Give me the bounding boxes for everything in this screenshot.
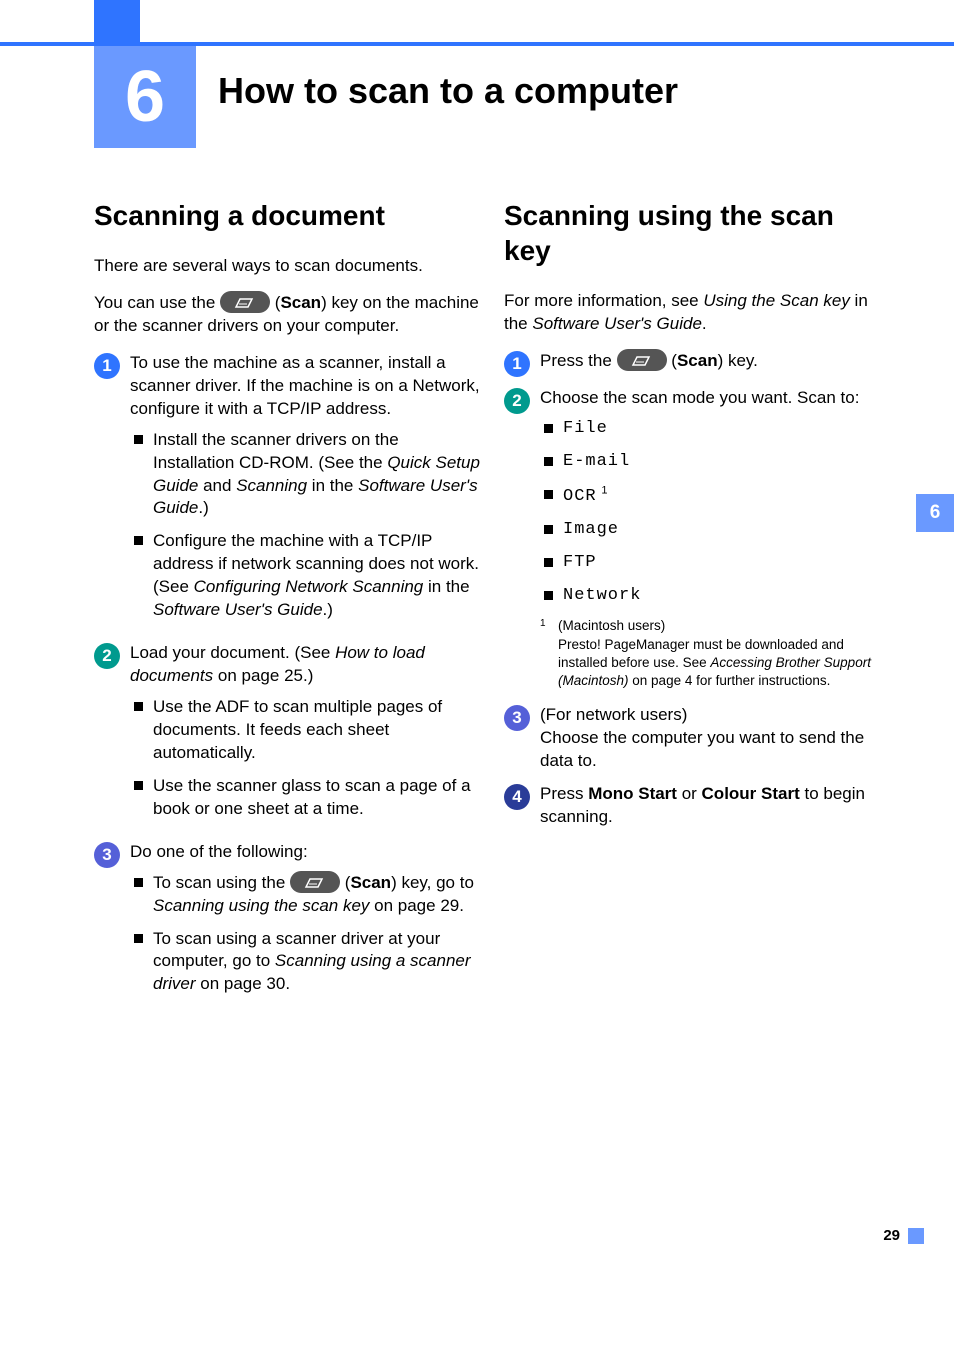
bullet-text: Use the ADF to scan multiple pages of do…	[153, 696, 484, 765]
right-step-3: 3 (For network users) Choose the compute…	[504, 704, 884, 773]
footnote: 1 (Macintosh users) Presto! PageManager …	[540, 617, 884, 690]
scan-key-icon	[290, 871, 340, 893]
bullet-item: Use the ADF to scan multiple pages of do…	[130, 696, 484, 765]
scan-key-icon	[617, 349, 667, 371]
page-header	[0, 0, 954, 46]
left-column: Scanning a document There are several wa…	[94, 198, 484, 1016]
step-body: Press the (Scan) key.	[540, 350, 884, 377]
step-body: To use the machine as a scanner, install…	[130, 352, 484, 632]
header-accent-block	[94, 0, 140, 46]
square-bullet-icon	[134, 435, 143, 444]
footnote-number: 1	[540, 617, 558, 690]
scan-key-icon	[220, 291, 270, 313]
right-step-2: 2 Choose the scan mode you want. Scan to…	[504, 387, 884, 690]
right-step-1: 1 Press the (Scan) key.	[504, 350, 884, 377]
step-number-icon: 2	[504, 388, 530, 414]
right-column: Scanning using the scan key For more inf…	[504, 198, 884, 839]
step-number-icon: 2	[94, 643, 120, 669]
square-bullet-icon	[544, 490, 553, 499]
step-number-icon: 3	[94, 842, 120, 868]
step-number-icon: 3	[504, 705, 530, 731]
page-number-accent	[908, 1228, 924, 1244]
step-text: Do one of the following:	[130, 842, 308, 861]
scan-option-ocr: OCR 1	[540, 484, 884, 509]
step-body: (For network users) Choose the computer …	[540, 704, 884, 773]
step-number-icon: 1	[504, 351, 530, 377]
section-heading-scanning-document: Scanning a document	[94, 198, 484, 233]
bullet-item: Install the scanner drivers on the Insta…	[130, 429, 484, 521]
square-bullet-icon	[134, 878, 143, 887]
scan-option-email: E-mail	[540, 451, 884, 474]
scan-option-network: Network	[540, 585, 884, 608]
step-number-icon: 1	[94, 353, 120, 379]
bullet-text: Install the scanner drivers on the Insta…	[153, 429, 484, 521]
chapter-number-box: 6	[94, 46, 196, 148]
square-bullet-icon	[134, 702, 143, 711]
footnote-text: (Macintosh users) Presto! PageManager mu…	[558, 617, 884, 690]
scan-label: Scan	[677, 351, 718, 370]
side-chapter-tab: 6	[916, 494, 954, 532]
bullet-text: Use the scanner glass to scan a page of …	[153, 775, 484, 821]
bullet-item: To scan using a scanner driver at your c…	[130, 928, 484, 997]
bullet-text: Configure the machine with a TCP/IP addr…	[153, 530, 484, 622]
step-number-icon: 4	[504, 784, 530, 810]
step-body: Press Mono Start or Colour Start to begi…	[540, 783, 884, 829]
scan-label: Scan	[350, 873, 391, 892]
intro-para-1: There are several ways to scan documents…	[94, 255, 484, 278]
square-bullet-icon	[544, 424, 553, 433]
bullet-item: Use the scanner glass to scan a page of …	[130, 775, 484, 821]
intro-para-right: For more information, see Using the Scan…	[504, 290, 884, 336]
square-bullet-icon	[134, 781, 143, 790]
footnote-ref: 1	[601, 484, 607, 496]
intro-para-2: You can use the (Scan) key on the machin…	[94, 292, 484, 338]
square-bullet-icon	[134, 536, 143, 545]
step-body: Load your document. (See How to load doc…	[130, 642, 484, 831]
step-3: 3 Do one of the following: To scan using…	[94, 841, 484, 1007]
step-body: Do one of the following: To scan using t…	[130, 841, 484, 1007]
square-bullet-icon	[134, 934, 143, 943]
scan-label: Scan	[280, 293, 321, 312]
scan-option-file: File	[540, 418, 884, 441]
step-2: 2 Load your document. (See How to load d…	[94, 642, 484, 831]
chapter-title: How to scan to a computer	[218, 70, 678, 112]
section-heading-scan-key: Scanning using the scan key	[504, 198, 884, 268]
text: You can use the	[94, 293, 220, 312]
square-bullet-icon	[544, 558, 553, 567]
scan-option-ftp: FTP	[540, 552, 884, 575]
square-bullet-icon	[544, 591, 553, 600]
right-step-4: 4 Press Mono Start or Colour Start to be…	[504, 783, 884, 829]
bullet-text: To scan using a scanner driver at your c…	[153, 928, 484, 997]
step-text: To use the machine as a scanner, install…	[130, 353, 480, 418]
bullet-text: To scan using the (Scan) key, go to Scan…	[153, 872, 484, 918]
scan-option-image: Image	[540, 519, 884, 542]
bullet-item: To scan using the (Scan) key, go to Scan…	[130, 872, 484, 918]
step-1: 1 To use the machine as a scanner, insta…	[94, 352, 484, 632]
step-body: Choose the scan mode you want. Scan to: …	[540, 387, 884, 690]
square-bullet-icon	[544, 525, 553, 534]
chapter-number: 6	[125, 56, 165, 138]
square-bullet-icon	[544, 457, 553, 466]
page-number: 29	[883, 1227, 900, 1244]
step-text: Choose the scan mode you want. Scan to:	[540, 388, 859, 407]
side-tab-number: 6	[930, 502, 941, 524]
bullet-item: Configure the machine with a TCP/IP addr…	[130, 530, 484, 622]
